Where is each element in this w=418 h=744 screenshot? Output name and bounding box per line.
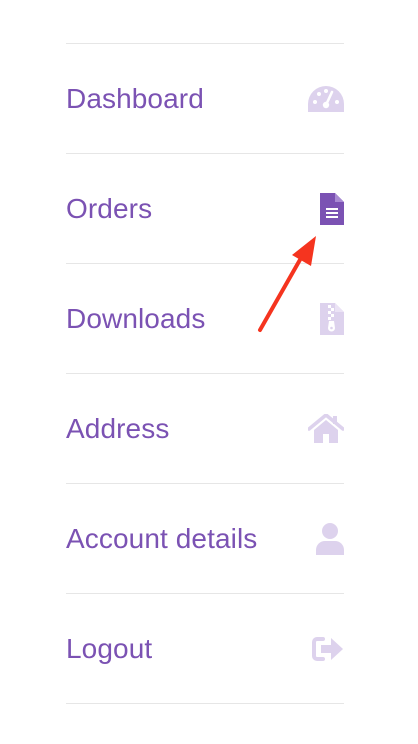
nav-item-address[interactable]: Address [66,374,344,484]
nav-item-label: Address [66,412,170,444]
nav-item-account-details[interactable]: Account details [66,484,344,594]
nav-item-orders[interactable]: Orders [66,154,344,264]
user-icon [306,520,344,558]
nav-item-label: Downloads [66,302,206,334]
file-text-icon [306,190,344,228]
nav-item-logout[interactable]: Logout [66,594,344,704]
file-zip-icon [306,300,344,338]
nav-item-label: Account details [66,522,258,554]
sign-out-icon [306,630,344,668]
nav-item-label: Dashboard [66,82,204,114]
home-icon [306,410,344,448]
dashboard-gauge-icon [306,80,344,118]
nav-item-dashboard[interactable]: Dashboard [66,44,344,154]
nav-item-label: Orders [66,192,153,224]
nav-item-downloads[interactable]: Downloads [66,264,344,374]
account-navigation: Dashboard Orders Downloads Address Accou… [66,43,344,704]
nav-item-label: Logout [66,632,153,664]
